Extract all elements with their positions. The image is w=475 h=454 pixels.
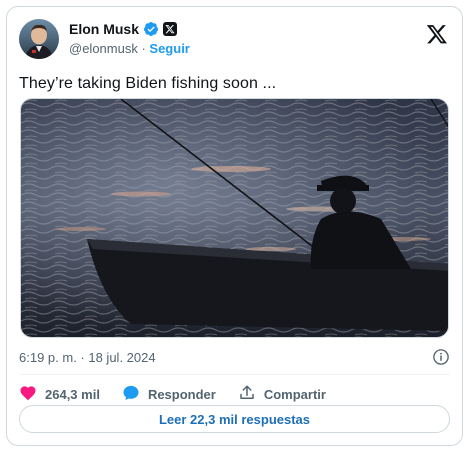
read-replies-button[interactable]: Leer 22,3 mil respuestas bbox=[19, 405, 450, 433]
timestamp-row: 6:19 p. m. · 18 jul. 2024 bbox=[19, 347, 450, 367]
tweet-image[interactable] bbox=[20, 98, 449, 338]
verified-badge-icon bbox=[143, 21, 159, 37]
tweet-text: They’re taking Biden fishing soon ... bbox=[19, 75, 277, 92]
follow-button[interactable]: Seguir bbox=[149, 41, 189, 56]
separator: · bbox=[137, 41, 150, 56]
reply-label: Responder bbox=[147, 386, 216, 402]
x-affiliate-icon bbox=[163, 22, 178, 36]
name-row: Elon Musk bbox=[69, 21, 178, 37]
handle[interactable]: @elonmusk bbox=[69, 41, 138, 56]
tweet-card: Elon Musk @elonmusk · Seguir They’re tak… bbox=[6, 6, 463, 446]
share-icon bbox=[238, 384, 256, 405]
x-logo-icon[interactable] bbox=[426, 23, 448, 45]
display-name[interactable]: Elon Musk bbox=[69, 21, 139, 37]
speech-bubble-icon bbox=[122, 384, 140, 405]
tweet-header: Elon Musk @elonmusk · Seguir bbox=[19, 17, 450, 61]
reply-button[interactable]: Responder bbox=[122, 384, 216, 405]
share-label: Compartir bbox=[263, 386, 326, 402]
timestamp[interactable]: 6:19 p. m. · 18 jul. 2024 bbox=[19, 350, 156, 365]
like-button[interactable]: 264,3 mil bbox=[19, 384, 100, 405]
info-icon[interactable] bbox=[432, 348, 450, 366]
share-button[interactable]: Compartir bbox=[238, 384, 326, 405]
divider bbox=[19, 374, 450, 375]
likes-count: 264,3 mil bbox=[45, 386, 100, 402]
avatar[interactable] bbox=[19, 19, 59, 59]
handle-row: @elonmusk · Seguir bbox=[69, 41, 190, 56]
heart-icon bbox=[19, 384, 37, 405]
